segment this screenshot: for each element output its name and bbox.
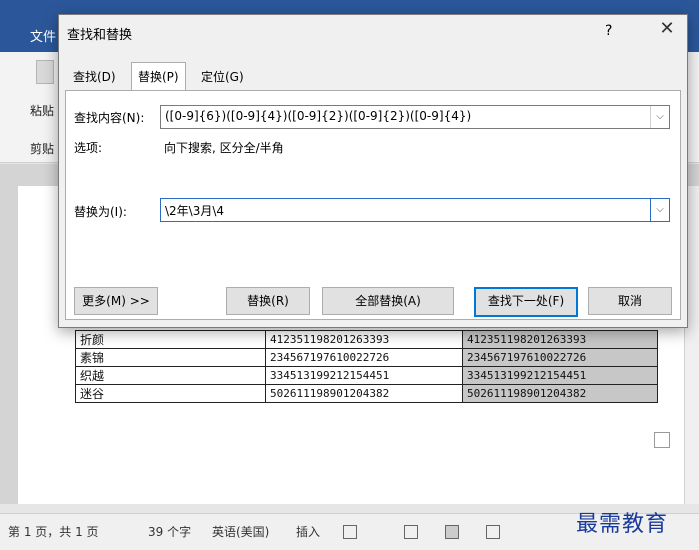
status-language[interactable]: 英语(美国) [212,523,269,540]
table-cell[interactable]: 502611198901204382 [265,384,463,403]
replace-input[interactable]: \2年\3月\4 ⌵ [160,198,670,222]
cancel-button[interactable]: 取消 [588,287,672,315]
clipboard-group-label: 剪贴 [30,142,55,156]
watermark: 最需教育 [576,512,669,537]
table-cell[interactable]: 334513199212154451 [462,366,658,385]
more-button[interactable]: 更多(M) >> [74,287,158,315]
find-dropdown-icon[interactable]: ⌵ [650,106,669,128]
options-label: 选项: [74,141,103,155]
find-replace-dialog: 查找和替换 ? ✕ 查找(D) 替换(P) 定位(G) 查找内容(N): ([0… [58,14,688,328]
paste-label[interactable]: 粘贴 [30,102,54,119]
replace-tab-panel: 查找内容(N): ([0-9]{6})([0-9]{4})([0-9]{2})(… [65,90,681,320]
close-icon[interactable]: ✕ [656,18,678,40]
vertical-ruler [0,186,19,504]
table-cell[interactable]: 234567197610022726 [265,348,463,367]
file-tab[interactable]: 文件 [30,26,56,45]
table-cell[interactable]: 334513199212154451 [265,366,463,385]
options-value: 向下搜索, 区分全/半角 [164,141,284,155]
table-cell[interactable]: 412351198201263393 [462,330,658,349]
tab-goto[interactable]: 定位(G) [195,65,250,89]
table-cell[interactable]: 折颜 [75,330,266,349]
status-insert-mode[interactable]: 插入 [296,523,320,540]
document-table: 折颜 412351198201263393 412351198201263393… [75,330,658,403]
table-row: 折颜 412351198201263393 412351198201263393 [75,330,658,349]
table-row: 织越 334513199212154451 334513199212154451 [75,366,658,385]
replace-button[interactable]: 替换(R) [226,287,310,315]
table-cell[interactable]: 234567197610022726 [462,348,658,367]
read-mode-icon[interactable] [404,525,418,539]
table-cell[interactable]: 迷谷 [75,384,266,403]
table-row: 迷谷 502611198901204382 502611198901204382 [75,384,658,403]
table-end-marker [654,432,670,448]
table-cell[interactable]: 素锦 [75,348,266,367]
web-layout-icon[interactable] [486,525,500,539]
replace-input-value: \2年\3月\4 [165,204,225,218]
paste-icon[interactable] [36,60,54,84]
status-page[interactable]: 第 1 页，共 1 页 [8,523,99,540]
table-cell[interactable]: 502611198901204382 [462,384,658,403]
replace-all-button[interactable]: 全部替换(A) [322,287,454,315]
replace-dropdown-icon[interactable]: ⌵ [650,198,670,222]
find-label: 查找内容(N): [74,111,145,125]
help-icon[interactable]: ? [605,23,612,39]
find-input-value: ([0-9]{6})([0-9]{4})([0-9]{2})([0-9]{2})… [165,109,472,123]
table-row: 素锦 234567197610022726 234567197610022726 [75,348,658,367]
tab-replace[interactable]: 替换(P) [131,62,186,91]
table-cell[interactable]: 412351198201263393 [265,330,463,349]
status-word-count[interactable]: 39 个字 [148,523,191,540]
dialog-title: 查找和替换 [67,28,133,43]
find-input[interactable]: ([0-9]{6})([0-9]{4})([0-9]{2})([0-9]{2})… [160,105,670,129]
tab-find[interactable]: 查找(D) [67,65,122,89]
macro-icon[interactable] [343,525,357,539]
table-cell[interactable]: 织越 [75,366,266,385]
print-layout-icon[interactable] [445,525,459,539]
find-next-button[interactable]: 查找下一处(F) [474,287,578,317]
replace-label: 替换为(I): [74,205,127,219]
